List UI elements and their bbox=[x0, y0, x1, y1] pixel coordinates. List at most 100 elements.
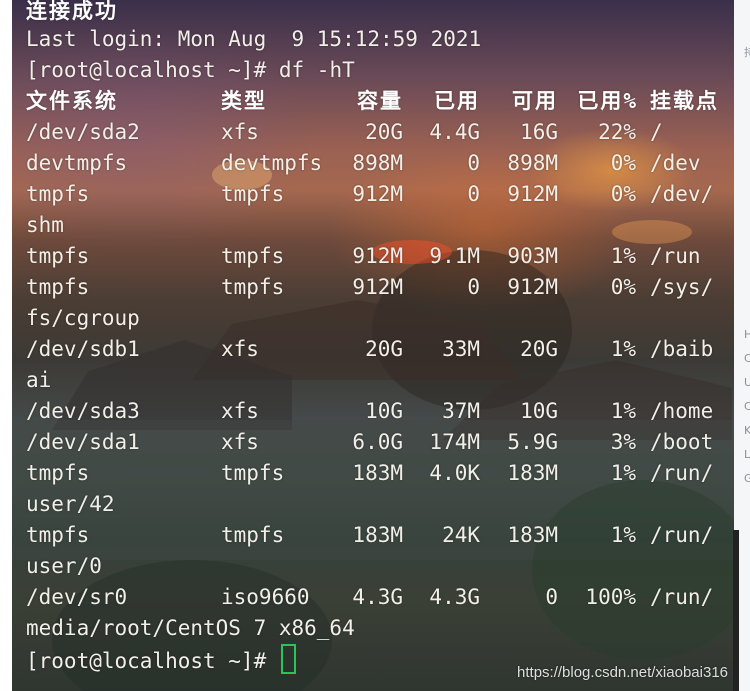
cell-mounted-on: /run/ bbox=[650, 461, 714, 485]
cell-used: 0 bbox=[467, 275, 480, 299]
cell-type: xfs bbox=[221, 337, 259, 361]
cell-use-pct: 1% bbox=[610, 461, 636, 485]
cell-use-pct: 0% bbox=[610, 275, 636, 299]
cell-mounted-on: /run/ bbox=[650, 523, 714, 547]
cell-used: 4.4G bbox=[429, 120, 480, 144]
header-type: 类型 bbox=[221, 89, 267, 113]
cell-use-pct: 1% bbox=[610, 337, 636, 361]
screenshot-root: 连接成功 Last login: Mon Aug 9 15:12:59 2021… bbox=[0, 0, 750, 691]
right-strip-char: L bbox=[744, 448, 750, 461]
terminal-window[interactable]: 连接成功 Last login: Mon Aug 9 15:12:59 2021… bbox=[12, 0, 734, 691]
cell-avail: 0 bbox=[545, 585, 558, 609]
table-row-wrap: user/0 bbox=[26, 554, 102, 578]
cell-use-pct: 22% bbox=[598, 120, 636, 144]
cursor[interactable] bbox=[280, 644, 296, 674]
cell-avail: 16G bbox=[520, 120, 558, 144]
watermark: https://blog.csdn.net/xiaobai316 bbox=[517, 664, 728, 681]
table-row: /dev/sda1 xfs 6.0G 174M 5.9G 3% /boot bbox=[26, 427, 734, 458]
cell-filesystem: /dev/sr0 bbox=[26, 585, 128, 609]
cell-avail: 183M bbox=[507, 461, 558, 485]
table-row: /dev/sda3 xfs 10G 37M 10G 1% /home bbox=[26, 396, 734, 427]
cell-type: iso9660 bbox=[221, 585, 310, 609]
scrollbar[interactable] bbox=[733, 530, 739, 691]
cell-filesystem: tmpfs bbox=[26, 523, 90, 547]
cell-type: devtmpfs bbox=[221, 151, 323, 175]
cell-avail: 898M bbox=[507, 151, 558, 175]
cell-filesystem: /dev/sda1 bbox=[26, 430, 140, 454]
header-mounted-on: 挂载点 bbox=[650, 89, 719, 113]
cell-type: tmpfs bbox=[221, 182, 285, 206]
cell-size: 912M bbox=[352, 182, 403, 206]
cell-used: 4.0K bbox=[429, 461, 480, 485]
cell-size: 898M bbox=[352, 151, 403, 175]
cell-type: xfs bbox=[221, 430, 259, 454]
table-row: tmpfs tmpfs 912M 0 912M 0% /sys/ bbox=[26, 272, 734, 303]
cell-type: tmpfs bbox=[221, 461, 285, 485]
right-strip-char: 持 bbox=[744, 46, 750, 59]
cell-used: 0 bbox=[467, 151, 480, 175]
table-row-wrap: ai bbox=[26, 368, 52, 392]
terminal-output: 连接成功 Last login: Mon Aug 9 15:12:59 2021… bbox=[26, 0, 734, 691]
cell-filesystem: tmpfs bbox=[26, 182, 90, 206]
right-strip-char: C bbox=[744, 400, 750, 413]
table-row: tmpfs tmpfs 183M 24K 183M 1% /run/ bbox=[26, 520, 734, 551]
cell-used: 174M bbox=[429, 430, 480, 454]
right-strip-char: H bbox=[744, 328, 750, 341]
cell-used: 9.1M bbox=[429, 244, 480, 268]
header-filesystem: 文件系统 bbox=[26, 89, 118, 113]
header-used: 已用 bbox=[434, 89, 480, 113]
cell-mounted-on: /dev bbox=[650, 151, 701, 175]
table-row: tmpfs tmpfs 183M 4.0K 183M 1% /run/ bbox=[26, 458, 734, 489]
table-row-wrap: media/root/CentOS 7 x86_64 bbox=[26, 616, 355, 640]
cell-type: tmpfs bbox=[221, 244, 285, 268]
command-line: [root@localhost ~]# df -hT bbox=[26, 55, 734, 86]
cell-used: 0 bbox=[467, 182, 480, 206]
table-row: /dev/sda2 xfs 20G 4.4G 16G 22% / bbox=[26, 117, 734, 148]
cell-use-pct: 1% bbox=[610, 244, 636, 268]
cell-used: 4.3G bbox=[429, 585, 480, 609]
cell-avail: 5.9G bbox=[507, 430, 558, 454]
cell-size: 912M bbox=[352, 244, 403, 268]
cell-type: tmpfs bbox=[221, 275, 285, 299]
cell-size: 183M bbox=[352, 461, 403, 485]
cell-mounted-on: /run/ bbox=[650, 585, 714, 609]
cell-mounted-on: /boot bbox=[650, 430, 714, 454]
cell-mounted-on: /home bbox=[650, 399, 714, 423]
command-text: df -hT bbox=[278, 58, 355, 82]
df-rows: /dev/sda2 xfs 20G 4.4G 16G 22% / dev tmpfs devtmp… bbox=[26, 117, 734, 644]
cell-filesystem: devtmpfs bbox=[26, 151, 128, 175]
cell-mounted-on: /run bbox=[650, 244, 701, 268]
cell-size: 10G bbox=[365, 399, 403, 423]
cell-size: 4.3G bbox=[352, 585, 403, 609]
header-use-pct: 已用% bbox=[577, 89, 638, 113]
cell-avail: 10G bbox=[520, 399, 558, 423]
right-strip-char: K bbox=[744, 424, 750, 437]
cell-avail: 912M bbox=[507, 275, 558, 299]
cell-avail: 183M bbox=[507, 523, 558, 547]
cell-mounted-on: /baib bbox=[650, 337, 714, 361]
header-avail: 可用 bbox=[512, 89, 558, 113]
table-row: devtmpfs devtmpfs 898M 0 898M 0% /dev bbox=[26, 148, 734, 179]
cell-avail: 912M bbox=[507, 182, 558, 206]
cell-type: xfs bbox=[221, 120, 259, 144]
right-strip-char: C bbox=[744, 352, 750, 365]
final-prompt: [root@localhost ~]# bbox=[26, 649, 279, 673]
cell-use-pct: 0% bbox=[610, 151, 636, 175]
cell-used: 24K bbox=[442, 523, 480, 547]
cell-avail: 20G bbox=[520, 337, 558, 361]
prompt: [root@localhost ~]# bbox=[26, 58, 279, 82]
table-row: tmpfs tmpfs 912M 9.1M 903M 1% /run bbox=[26, 241, 734, 272]
cell-mounted-on: /sys/ bbox=[650, 275, 714, 299]
cell-filesystem: tmpfs bbox=[26, 461, 90, 485]
table-row-wrap: user/42 bbox=[26, 492, 115, 516]
cell-mounted-on: /dev/ bbox=[650, 182, 714, 206]
cell-filesystem: /dev/sda2 bbox=[26, 120, 140, 144]
cell-size: 20G bbox=[365, 337, 403, 361]
cell-size: 6.0G bbox=[352, 430, 403, 454]
header-size: 容量 bbox=[357, 89, 403, 113]
cell-size: 912M bbox=[352, 275, 403, 299]
df-header-row: 文件系统 类型 容量 已用 可用 已用% 挂载点 bbox=[26, 86, 734, 117]
last-login-line: Last login: Mon Aug 9 15:12:59 2021 bbox=[26, 27, 482, 51]
cell-avail: 903M bbox=[507, 244, 558, 268]
cell-type: tmpfs bbox=[221, 523, 285, 547]
